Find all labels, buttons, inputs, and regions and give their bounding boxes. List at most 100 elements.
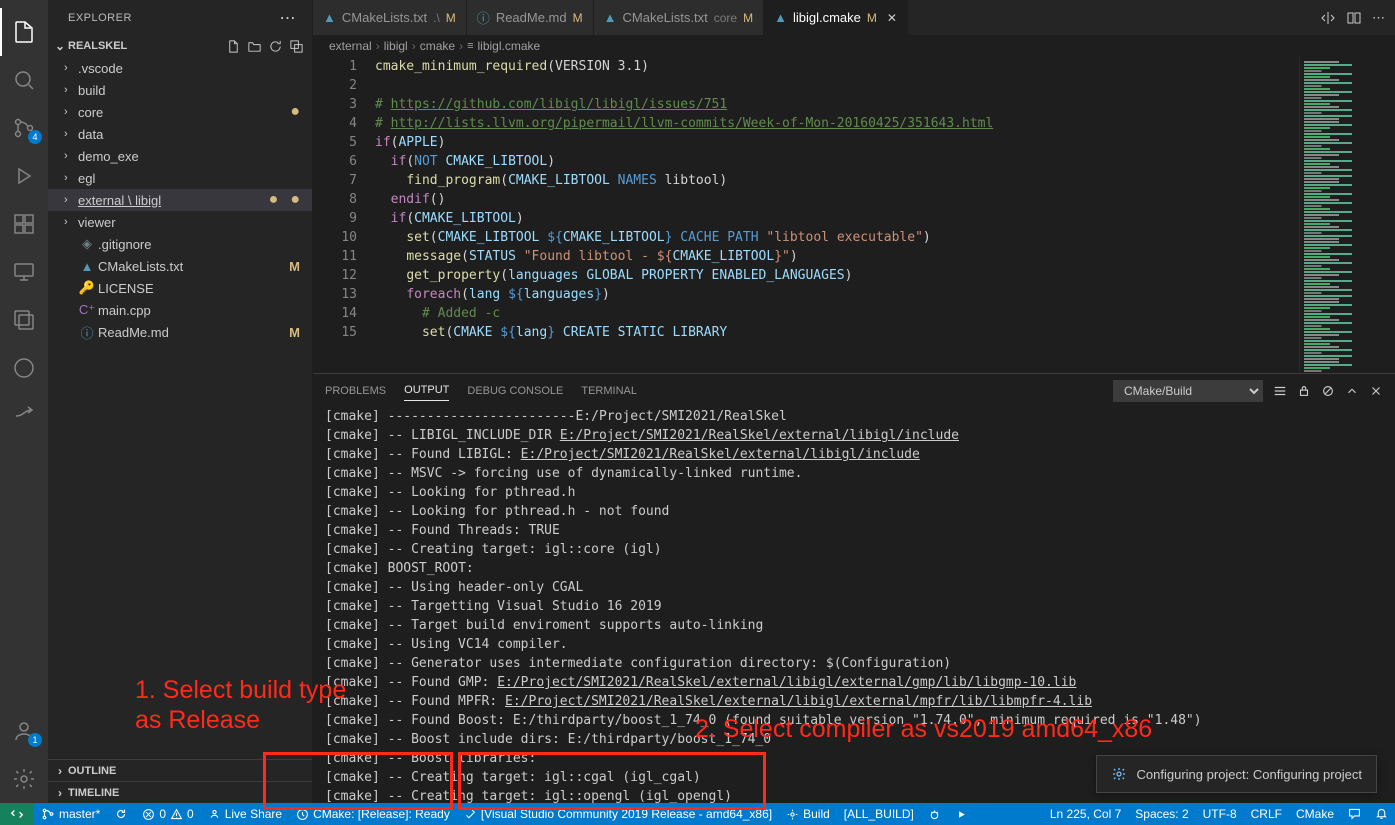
tree-file[interactable]: ▲CMakeLists.txtM [48,255,312,277]
code-editor[interactable]: cmake_minimum_required(VERSION 3.1) # ht… [375,57,1299,373]
status-sync[interactable] [107,803,135,825]
explorer-root[interactable]: ⌄ REALSKEL [48,35,312,57]
activity-github[interactable] [0,344,48,392]
tree-file[interactable]: ◈.gitignore [48,233,312,255]
tree-folder[interactable]: ›egl [48,167,312,189]
status-liveshare[interactable]: Live Share [201,803,289,825]
status-launch-icon[interactable] [948,803,975,825]
status-line-col[interactable]: Ln 225, Col 7 [1043,807,1128,821]
breadcrumb-item[interactable]: external [329,39,372,53]
tree-folder[interactable]: ›external \ libigl●● [48,189,312,211]
toast-text: Configuring project: Configuring project [1137,767,1362,782]
status-debug-icon[interactable] [921,803,948,825]
status-feedback-icon[interactable] [1341,807,1368,820]
editor-group: ▲CMakeLists.txt .\MⓘReadMe.mdM▲CMakeList… [313,0,1395,803]
tree-folder[interactable]: ›viewer [48,211,312,233]
more-icon[interactable]: ⋯ [1372,10,1385,26]
panel-tab-output[interactable]: OUTPUT [404,380,449,401]
refresh-icon[interactable] [268,39,283,54]
tree-folder[interactable]: ›demo_exe [48,145,312,167]
item-label: .gitignore [98,237,312,252]
editor-tab[interactable]: ▲libigl.cmakeM✕ [764,0,908,35]
cpp-icon: C⁺ [78,302,96,318]
notification-toast[interactable]: Configuring project: Configuring project [1096,755,1377,793]
panel-tabs: PROBLEMS OUTPUT DEBUG CONSOLE TERMINAL CMak… [313,374,1395,407]
status-build-target[interactable]: [ALL_BUILD] [837,803,921,825]
tree-folder[interactable]: ›core● [48,101,312,123]
tree-folder[interactable]: ›build [48,79,312,101]
timeline-section[interactable]: › TIMELINE [48,781,312,803]
maximize-icon[interactable] [1345,384,1359,398]
chevron-right-icon: › [64,62,78,74]
editor-tab[interactable]: ⓘReadMe.mdM [467,0,594,35]
editor-tab[interactable]: ▲CMakeLists.txt coreM [594,0,764,35]
remote-indicator[interactable] [0,803,34,825]
breadcrumb-item[interactable]: libigl.cmake [477,39,540,53]
editor-tab[interactable]: ▲CMakeLists.txt .\M [313,0,467,35]
breadcrumbs[interactable]: external›libigl›cmake›≡libigl.cmake [313,35,1395,57]
output-content[interactable]: [cmake] ------------------------E:/Proje… [313,407,1395,803]
sidebar-more-icon[interactable]: ⋯ [280,8,297,28]
output-line: [cmake] -- Found LIBIGL: E:/Project/SMI2… [325,445,1383,464]
tree-folder[interactable]: ›data [48,123,312,145]
collapse-icon[interactable] [289,39,304,54]
status-lang[interactable]: CMake [1289,807,1341,821]
md-icon: ⓘ [477,8,490,27]
split-icon[interactable] [1346,10,1362,26]
minimap[interactable] [1299,57,1395,373]
tree-folder[interactable]: ›.vscode [48,57,312,79]
activity-forward[interactable] [0,392,48,440]
output-line: [cmake] -- Target build enviroment suppo… [325,616,1383,635]
modified-indicator: M [446,11,456,25]
breadcrumb-item[interactable]: cmake [420,39,455,53]
outline-section[interactable]: › OUTLINE [48,759,312,781]
activity-source-control[interactable]: 4 [0,104,48,152]
list-icon[interactable] [1273,384,1287,398]
output-channel-select[interactable]: CMake/Build [1113,380,1263,402]
status-kit[interactable]: [Visual Studio Community 2019 Release - … [457,803,779,825]
status-branch[interactable]: master* [34,803,107,825]
close-icon[interactable]: ✕ [887,11,897,25]
status-eol[interactable]: CRLF [1244,807,1289,821]
close-panel-icon[interactable] [1369,384,1383,398]
chevron-right-icon: › [52,764,68,778]
panel-tab-problems[interactable]: PROBLEMS [325,381,386,401]
status-spaces[interactable]: Spaces: 2 [1128,807,1195,821]
tree-file[interactable]: ⓘReadMe.mdM [48,321,312,343]
panel-tab-debug-console[interactable]: DEBUG CONSOLE [467,381,563,401]
cmake-icon: ▲ [323,10,336,25]
git-icon: ◈ [78,236,96,252]
tab-label: CMakeLists.txt [623,10,708,25]
status-cmake-variant[interactable]: CMake: [Release]: Ready [289,803,457,825]
status-problems[interactable]: 0 0 [135,803,200,825]
lock-icon[interactable] [1297,384,1311,398]
item-label: main.cpp [98,303,312,318]
activity-run-debug[interactable] [0,152,48,200]
modified-dot: ● [290,103,312,121]
status-build[interactable]: Build [779,803,837,825]
activity-search[interactable] [0,56,48,104]
status-encoding[interactable]: UTF-8 [1196,807,1244,821]
sidebar: EXPLORER ⋯ ⌄ REALSKEL [48,0,313,803]
sidebar-title: EXPLORER [68,12,132,24]
panel-tab-terminal[interactable]: TERMINAL [581,381,637,401]
new-file-icon[interactable] [226,39,241,54]
activity-remote[interactable] [0,248,48,296]
modified-indicator: M [867,11,877,25]
output-line: [cmake] BOOST_ROOT: [325,559,1383,578]
activity-settings[interactable] [0,755,48,803]
tree-file[interactable]: 🔑LICENSE [48,277,312,299]
activity-account[interactable]: 1 [0,707,48,755]
activity-explorer[interactable] [0,8,48,56]
status-bell-icon[interactable] [1368,807,1395,820]
output-line: [cmake] -- Generator uses intermediate c… [325,654,1383,673]
activity-extensions[interactable] [0,200,48,248]
clear-icon[interactable] [1321,384,1335,398]
chevron-right-icon: › [52,786,68,800]
activity-testing[interactable] [0,296,48,344]
tree-file[interactable]: C⁺main.cpp [48,299,312,321]
item-label: viewer [78,215,312,230]
compare-icon[interactable] [1320,10,1336,26]
breadcrumb-item[interactable]: libigl [384,39,408,53]
new-folder-icon[interactable] [247,39,262,54]
